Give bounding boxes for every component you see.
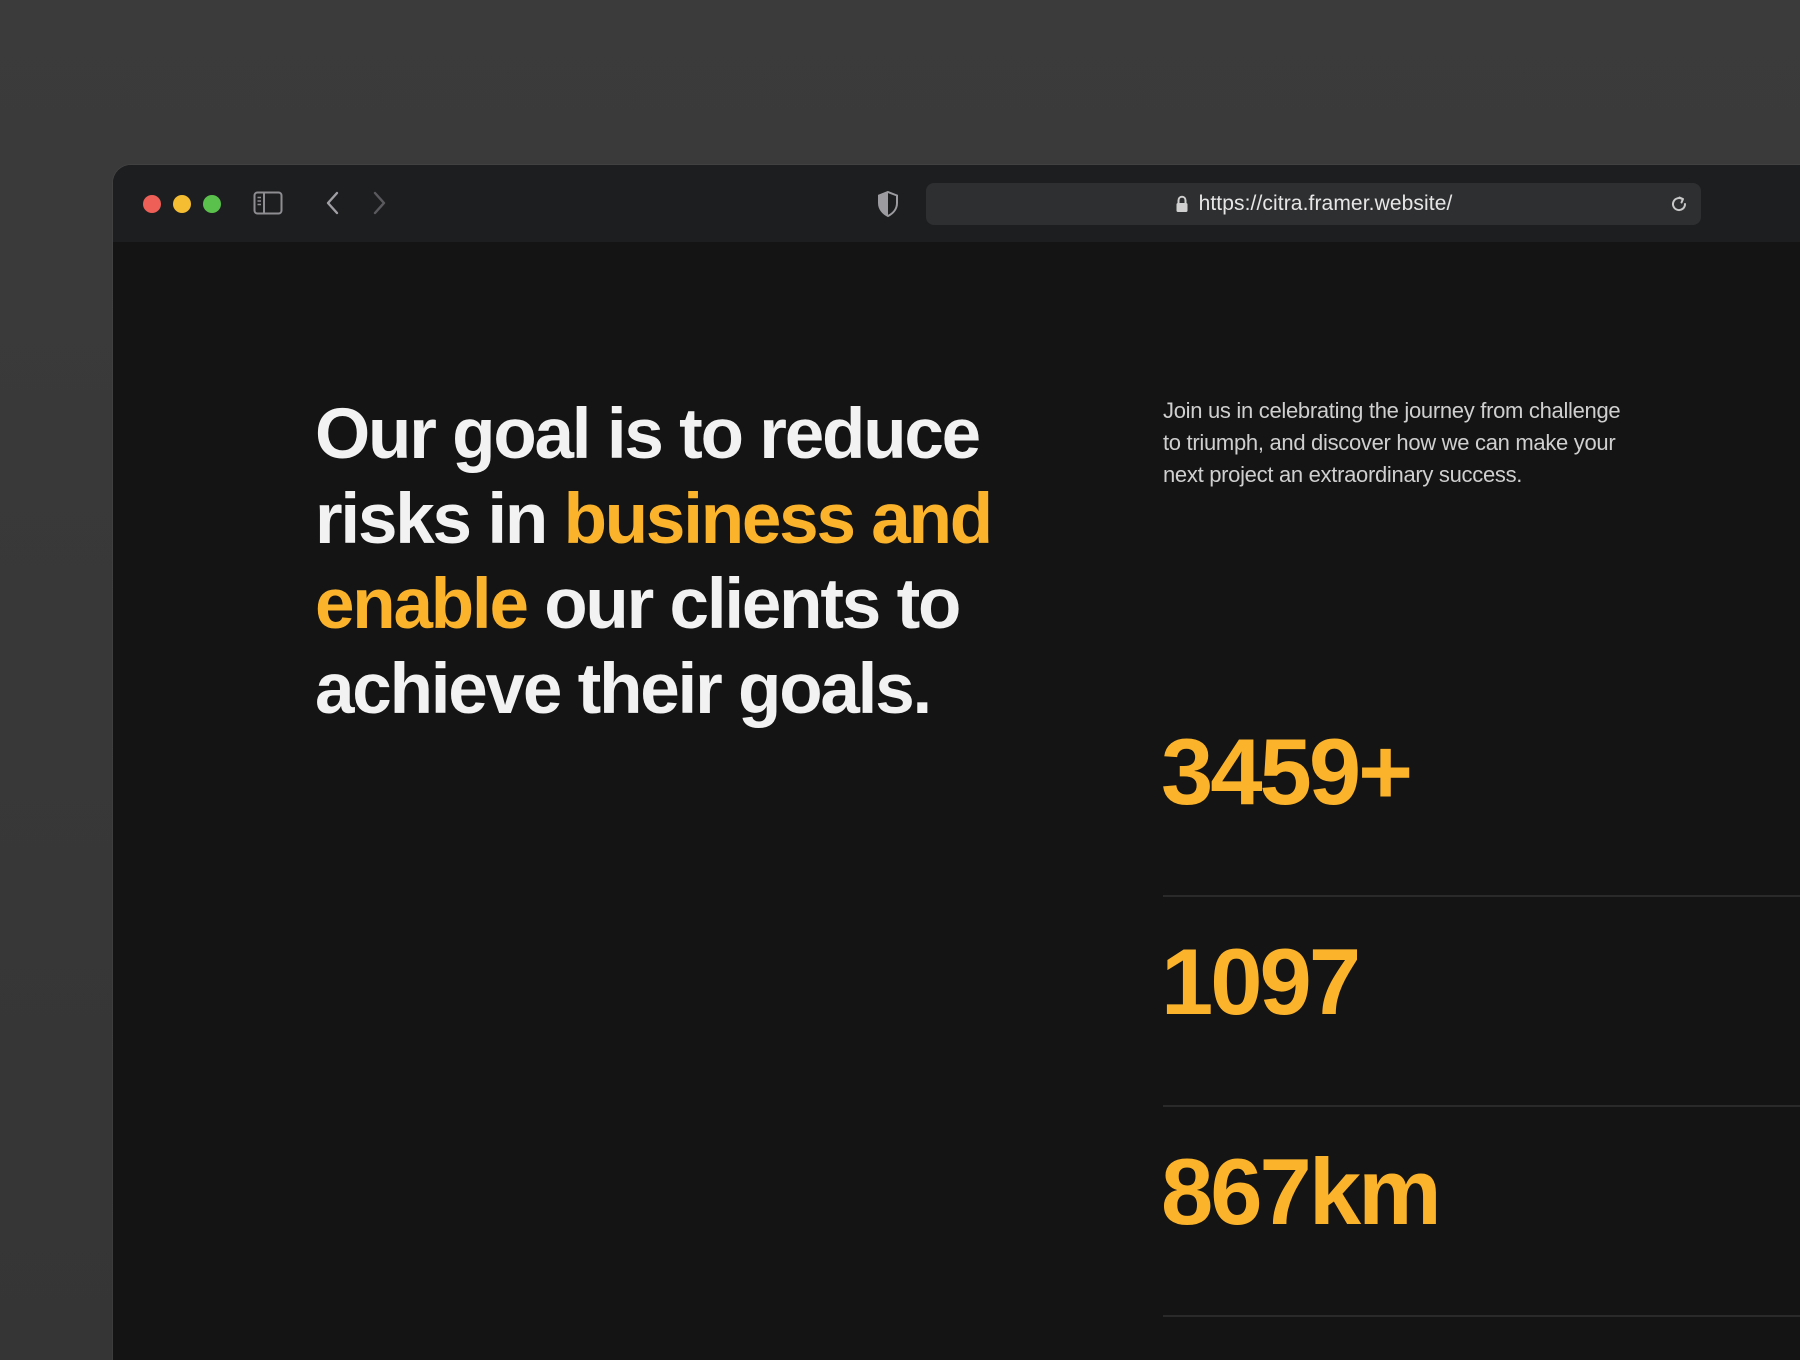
maximize-window-button[interactable] (203, 195, 221, 213)
close-window-button[interactable] (143, 195, 161, 213)
shield-icon[interactable] (873, 187, 903, 221)
page-content: Our goal is to reduce risks in business … (113, 242, 1800, 1360)
stat-value: 1097 (1161, 929, 1361, 1034)
stat-item: 867km (1161, 1107, 1800, 1317)
minimize-window-button[interactable] (173, 195, 191, 213)
hero-headline: Our goal is to reduce risks in business … (315, 392, 1015, 732)
browser-toolbar: https://citra.framer.website/ (113, 165, 1800, 242)
stats-list: 3459+ 1097 867km (1161, 687, 1800, 1317)
chevron-left-icon[interactable] (321, 187, 345, 219)
desktop-background: https://citra.framer.website/ Our goal i… (0, 0, 1800, 1360)
address-content: https://citra.framer.website/ (926, 183, 1701, 225)
hero-blurb: Join us in celebrating the journey from … (1163, 398, 1621, 487)
lock-icon (1175, 195, 1189, 213)
stat-item: 1097 (1161, 897, 1800, 1107)
reload-icon[interactable] (1667, 192, 1691, 216)
sidebar-toggle-icon[interactable] (252, 188, 284, 218)
stat-item: 3459+ (1161, 687, 1800, 897)
url-text[interactable]: https://citra.framer.website/ (1199, 192, 1453, 216)
browser-window: https://citra.framer.website/ Our goal i… (113, 165, 1800, 1360)
stat-value: 867km (1161, 1139, 1442, 1244)
address-bar[interactable]: https://citra.framer.website/ (926, 183, 1701, 225)
chevron-right-icon[interactable] (367, 187, 391, 219)
stat-value: 3459+ (1161, 719, 1413, 824)
